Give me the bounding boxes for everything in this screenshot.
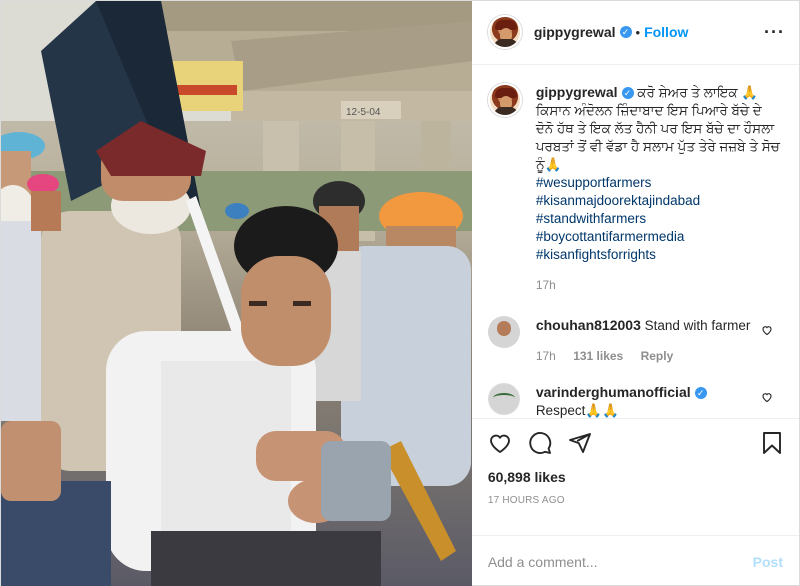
comment-likes[interactable]: 131 likes bbox=[573, 349, 623, 363]
comment-item: varinderghumanofficial ✓ Respect🙏🙏 bbox=[487, 382, 783, 418]
post-photo[interactable]: 12-5-04 bbox=[1, 1, 472, 586]
action-icons bbox=[488, 431, 783, 455]
verified-badge-icon: ✓ bbox=[619, 26, 632, 39]
commenter-username[interactable]: chouhan812003 bbox=[536, 317, 641, 333]
comment-composer: Post bbox=[471, 535, 799, 586]
commenter-username[interactable]: varinderghumanofficial bbox=[536, 384, 691, 400]
likes-count[interactable]: 60,898 likes bbox=[488, 469, 783, 485]
more-options-icon[interactable]: ··· bbox=[764, 22, 785, 43]
like-comment-heart-icon[interactable] bbox=[761, 324, 773, 336]
comment-body: varinderghumanofficial ✓ Respect🙏🙏 bbox=[536, 383, 766, 418]
author-avatar[interactable] bbox=[487, 15, 522, 50]
photo-illustration: 12-5-04 bbox=[1, 1, 472, 586]
like-comment-heart-icon[interactable] bbox=[761, 391, 773, 403]
bookmark-icon[interactable] bbox=[761, 431, 783, 455]
like-heart-icon[interactable] bbox=[488, 431, 512, 455]
verified-badge-icon: ✓ bbox=[621, 86, 634, 99]
comment-body: chouhan812003 Stand with farmer 17h 131 … bbox=[536, 316, 766, 365]
post-sidebar: gippygrewal ✓ • Follow ··· gippygrewal ✓ … bbox=[471, 1, 799, 586]
post-timestamp[interactable]: 17 HOURS AGO bbox=[488, 495, 783, 506]
follow-button[interactable]: Follow bbox=[644, 24, 688, 40]
comment-bubble-icon[interactable] bbox=[528, 431, 552, 455]
comment-time[interactable]: 17h bbox=[536, 349, 556, 363]
post-comment-button[interactable]: Post bbox=[753, 554, 783, 570]
author-username[interactable]: gippygrewal bbox=[534, 24, 616, 40]
caption-body: gippygrewal ✓ ਕਰੋ ਸ਼ੇਅਰ ਤੇ ਲਾਇਕ 🙏 ਕਿਸਾਨ ਅ… bbox=[536, 83, 781, 294]
separator-dot: • bbox=[635, 24, 641, 40]
comments-list[interactable]: gippygrewal ✓ ਕਰੋ ਸ਼ੇਅਰ ਤੇ ਲਾਇਕ 🙏 ਕਿਸਾਨ ਅ… bbox=[472, 65, 799, 418]
commenter-avatar[interactable] bbox=[487, 382, 520, 415]
comment-text: Stand with farmer bbox=[644, 317, 751, 333]
verified-badge-icon: ✓ bbox=[694, 386, 707, 399]
caption-username[interactable]: gippygrewal bbox=[536, 84, 618, 100]
add-comment-input[interactable] bbox=[487, 553, 753, 570]
post-header: gippygrewal ✓ • Follow ··· bbox=[471, 1, 799, 65]
hashtag-link[interactable]: #boycottantifarmermedia bbox=[536, 228, 781, 246]
hashtag-link[interactable]: #kisanfightsforrights bbox=[536, 246, 781, 264]
comment-text: Respect🙏🙏 bbox=[535, 402, 619, 418]
post-actions: 60,898 likes 17 HOURS AGO bbox=[471, 417, 799, 535]
comment-meta: 17h 131 likes Reply bbox=[536, 347, 766, 365]
hashtag-link[interactable]: #kisanmajdoorektajindabad bbox=[536, 192, 781, 210]
comment-item: chouhan812003 Stand with farmer 17h 131 … bbox=[487, 315, 783, 365]
hashtag-link[interactable]: #wesupportfarmers bbox=[536, 174, 781, 192]
pillar-sign-text: 12-5-04 bbox=[346, 107, 381, 118]
caption-timestamp[interactable]: 17h bbox=[536, 276, 781, 294]
instagram-post: 12-5-04 gippygrewal ✓ • Follow ··· gippy… bbox=[0, 0, 800, 586]
commenter-avatar[interactable] bbox=[487, 315, 520, 348]
post-caption: gippygrewal ✓ ਕਰੋ ਸ਼ੇਅਰ ਤੇ ਲਾਇਕ 🙏 ਕਿਸਾਨ ਅ… bbox=[487, 82, 783, 294]
reply-button[interactable]: Reply bbox=[641, 349, 674, 363]
hashtag-link[interactable]: #standwithfarmers bbox=[536, 210, 781, 228]
share-plane-icon[interactable] bbox=[568, 431, 592, 455]
caption-avatar[interactable] bbox=[487, 82, 522, 117]
